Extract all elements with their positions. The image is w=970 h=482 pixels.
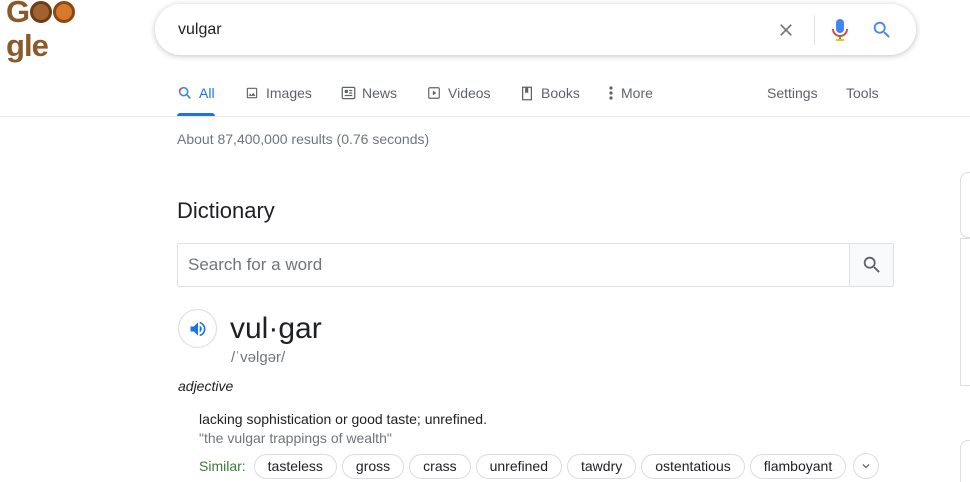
image-icon [244, 85, 260, 101]
speaker-icon [190, 321, 205, 336]
search-box[interactable]: vulgar [155, 4, 916, 55]
similar-chip[interactable]: gross [341, 453, 405, 479]
video-icon [426, 85, 442, 101]
tab-books-label: Books [541, 85, 580, 101]
pronunciation-audio-button[interactable] [178, 309, 217, 348]
example-sentence: "the vulgar trappings of wealth" [199, 430, 392, 446]
tab-videos[interactable]: Videos [426, 70, 491, 116]
tab-images-label: Images [266, 85, 312, 101]
mic-icon [832, 19, 848, 41]
similar-words: Similar: tasteless gross crass unrefined… [199, 453, 880, 479]
tabs-divider [0, 116, 970, 117]
dictionary-search-input[interactable] [178, 244, 849, 286]
tab-more[interactable]: More [607, 70, 653, 116]
side-panel-edge [960, 172, 970, 238]
search-tabs: All Images News Videos Books More Settin… [0, 70, 970, 116]
phonetic-spelling: /ˈvəlɡər/ [231, 349, 286, 366]
similar-label: Similar: [199, 458, 246, 474]
dictionary-search-button[interactable] [849, 244, 893, 286]
result-stats: About 87,400,000 results (0.76 seconds) [177, 131, 430, 147]
expand-similar-button[interactable] [853, 453, 880, 479]
settings-link[interactable]: Settings [767, 70, 818, 116]
similar-chip[interactable]: tasteless [253, 453, 337, 479]
similar-chip[interactable]: crass [409, 453, 471, 479]
similar-chip[interactable]: ostentatious [641, 453, 745, 479]
logo-letter-g: G [6, 0, 30, 29]
tab-books[interactable]: Books [519, 70, 580, 116]
definition-text: lacking sophistication or good taste; un… [199, 411, 487, 427]
tab-more-label: More [621, 85, 653, 101]
side-panel-edge [960, 238, 970, 386]
tools-link[interactable]: Tools [846, 70, 879, 116]
search-icon [873, 21, 890, 38]
tab-all[interactable]: All [177, 70, 215, 116]
tab-news[interactable]: News [340, 70, 397, 116]
logo-letter-l: l [23, 28, 33, 63]
logo-letter-e: e [31, 28, 49, 63]
voice-search-button[interactable] [827, 17, 853, 43]
search-query[interactable]: vulgar [178, 4, 222, 55]
tab-videos-label: Videos [448, 85, 491, 101]
search-icon [177, 85, 193, 101]
dictionary-search [177, 243, 894, 287]
logo-doodle-o-icon [29, 1, 52, 23]
tab-all-label: All [199, 85, 215, 101]
search-box-divider [814, 15, 815, 45]
close-icon [780, 24, 792, 36]
settings-label: Settings [767, 85, 818, 101]
similar-chip[interactable]: unrefined [475, 453, 562, 479]
logo-letter-g2: g [6, 28, 25, 63]
tab-images[interactable]: Images [244, 70, 312, 116]
similar-chip[interactable]: flamboyant [749, 453, 847, 479]
logo-doodle-basketball-icon [52, 1, 75, 23]
dictionary-heading: Dictionary [177, 198, 275, 223]
search-icon [863, 256, 880, 273]
side-panel-edge [960, 440, 970, 482]
google-logo[interactable]: Ggle [6, 0, 106, 63]
similar-chip[interactable]: tawdry [567, 453, 637, 479]
tab-news-label: News [362, 85, 398, 101]
book-icon [519, 85, 535, 101]
clear-button[interactable] [773, 17, 799, 43]
more-vert-icon [607, 85, 615, 101]
chevron-down-icon [862, 464, 870, 469]
headword: vul·gar [230, 312, 322, 345]
part-of-speech: adjective [178, 378, 234, 394]
news-icon [340, 85, 356, 101]
search-button[interactable] [869, 17, 895, 43]
tools-label: Tools [846, 85, 879, 101]
